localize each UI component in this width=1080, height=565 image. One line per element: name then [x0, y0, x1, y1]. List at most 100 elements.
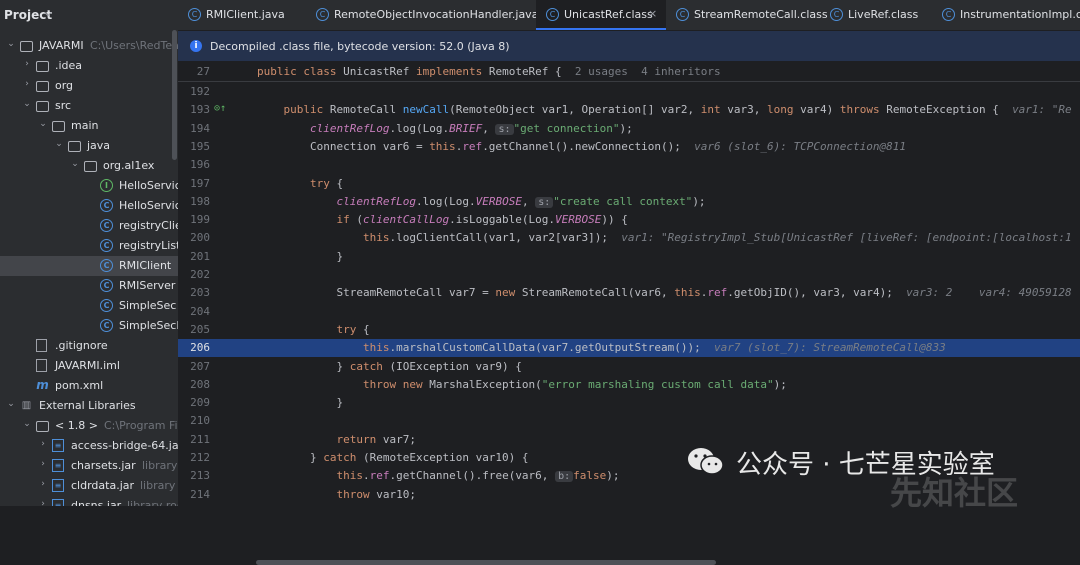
- tree-item[interactable]: ⌄ < 1.8 > C:\Program Files\J: [0, 416, 178, 436]
- chevron-right-icon[interactable]: ›: [38, 499, 48, 506]
- chevron-right-icon[interactable]: ›: [38, 459, 48, 469]
- tree-item[interactable]: ⌄ org.al1ex: [0, 156, 178, 176]
- line-number[interactable]: 209: [178, 396, 210, 409]
- inheritors-hint[interactable]: 4 inheritors: [641, 65, 720, 78]
- line-number[interactable]: 205: [178, 323, 210, 336]
- tree-item[interactable]: C RMIClient: [0, 256, 178, 276]
- code-line[interactable]: 199 if (clientCallLog.isLoggable(Log.VER…: [178, 211, 1080, 229]
- tree-item[interactable]: C SimpleSecIm: [0, 316, 178, 336]
- tree-item[interactable]: ⌄ JAVARMI C:\Users\RedTeam: [0, 36, 178, 56]
- tree-item[interactable]: › ≡ cldrdata.jar library roo: [0, 476, 178, 496]
- horizontal-scrollbar[interactable]: [256, 560, 716, 565]
- tree-item[interactable]: ⌄ src: [0, 96, 178, 116]
- chevron-down-icon[interactable]: ⌄: [22, 419, 32, 429]
- tree-item[interactable]: › .idea: [0, 56, 178, 76]
- project-panel-header[interactable]: Project ⌵: [0, 0, 178, 30]
- code-line[interactable]: 194 clientRefLog.log(Log.BRIEF, s: "get c…: [178, 120, 1080, 138]
- code-line[interactable]: 202: [178, 266, 1080, 284]
- line-number[interactable]: 203: [178, 286, 210, 299]
- tree-item[interactable]: I HelloService: [0, 176, 178, 196]
- code-text: } catch (IOException var9) {: [257, 359, 522, 373]
- line-number[interactable]: 214: [178, 488, 210, 501]
- code-line[interactable]: 198 clientRefLog.log(Log.VERBOSE, s: "cre…: [178, 193, 1080, 211]
- line-number[interactable]: 201: [178, 250, 210, 263]
- line-number[interactable]: 207: [178, 360, 210, 373]
- code-line[interactable]: 192: [178, 83, 1080, 101]
- tree-item[interactable]: ⌄ java: [0, 136, 178, 156]
- code-line[interactable]: 201 }: [178, 248, 1080, 266]
- line-number[interactable]: 193: [178, 103, 210, 116]
- chevron-down-icon[interactable]: ⌄: [6, 399, 16, 409]
- line-number[interactable]: 197: [178, 177, 210, 190]
- tree-item[interactable]: ⌄ main: [0, 116, 178, 136]
- override-gutter-icon[interactable]: ⊙↑: [214, 103, 226, 114]
- tab-streamremotecall-class[interactable]: C StreamRemoteCall.class: [666, 0, 828, 30]
- usages-hint[interactable]: 2 usages: [575, 65, 628, 78]
- sticky-header-line[interactable]: 27 public class UnicastRef implements Re…: [178, 63, 1080, 82]
- code-line[interactable]: 196: [178, 156, 1080, 174]
- tree-item[interactable]: › ≡ charsets.jar library roo: [0, 456, 178, 476]
- code-line[interactable]: 209 }: [178, 394, 1080, 412]
- line-number[interactable]: 211: [178, 433, 210, 446]
- decompiled-banner: i Decompiled .class file, bytecode versi…: [178, 31, 1080, 61]
- current-execution-line[interactable]: 206 this.marshalCustomCallData(var7.getO…: [178, 339, 1080, 358]
- line-number[interactable]: 200: [178, 231, 210, 244]
- tree-item[interactable]: C RMIServer: [0, 276, 178, 296]
- tab-instrumentationimpl-cl[interactable]: C InstrumentationImpl.cl: [932, 0, 1080, 30]
- tree-item[interactable]: CregistryClient: [0, 216, 178, 236]
- line-number[interactable]: 212: [178, 451, 210, 464]
- code-text: }: [257, 249, 344, 263]
- tree-item[interactable]: m pom.xml: [0, 376, 178, 396]
- line-number[interactable]: 199: [178, 213, 210, 226]
- tree-item[interactable]: C SimpleSec: [0, 296, 178, 316]
- code-line[interactable]: 197 try {: [178, 175, 1080, 193]
- chevron-down-icon[interactable]: ⌄: [54, 139, 64, 149]
- chevron-down-icon[interactable]: ⌄: [38, 119, 48, 129]
- project-scrollbar[interactable]: [172, 30, 177, 160]
- line-number[interactable]: 195: [178, 140, 210, 153]
- chevron-down-icon[interactable]: ⌄: [70, 159, 80, 169]
- code-line[interactable]: 207 } catch (IOException var9) {: [178, 358, 1080, 376]
- close-icon[interactable]: ×: [648, 7, 657, 20]
- line-number[interactable]: 213: [178, 469, 210, 482]
- tree-item[interactable]: › org: [0, 76, 178, 96]
- folder-icon: [52, 121, 65, 132]
- line-number[interactable]: 202: [178, 268, 210, 281]
- line-number[interactable]: 198: [178, 195, 210, 208]
- code-line[interactable]: 210: [178, 412, 1080, 430]
- tab-rmiclient-java[interactable]: C RMIClient.java: [178, 0, 306, 30]
- chevron-down-icon[interactable]: ⌄: [22, 99, 32, 109]
- code-line[interactable]: 193 ⊙↑ public RemoteCall newCall(RemoteOb…: [178, 101, 1080, 119]
- tab-remoteobjectinvocationhandler-java[interactable]: C RemoteObjectInvocationHandler.java: [306, 0, 538, 30]
- line-number[interactable]: 210: [178, 414, 210, 427]
- tab-liveref-class[interactable]: C LiveRef.class: [820, 0, 932, 30]
- line-number[interactable]: 194: [178, 122, 210, 135]
- line-number[interactable]: 196: [178, 158, 210, 171]
- tree-item[interactable]: CregistryList: [0, 236, 178, 256]
- chevron-right-icon[interactable]: ›: [38, 479, 48, 489]
- chevron-right-icon[interactable]: ›: [22, 79, 32, 89]
- chevron-down-icon[interactable]: ⌄: [6, 39, 16, 49]
- code-editor[interactable]: 27 public class UnicastRef implements Re…: [178, 63, 1080, 565]
- chevron-right-icon[interactable]: ›: [22, 59, 32, 69]
- tree-item[interactable]: C HelloServiceI: [0, 196, 178, 216]
- tree-item[interactable]: ⌄ ▥ External Libraries: [0, 396, 178, 416]
- tab-unicastref-class[interactable]: C UnicastRef.class ×: [536, 0, 666, 30]
- code-line[interactable]: 203 StreamRemoteCall var7 = new StreamRe…: [178, 284, 1080, 302]
- chevron-right-icon[interactable]: ›: [38, 439, 48, 449]
- code-line[interactable]: 195 Connection var6 = this.ref.getChanne…: [178, 138, 1080, 156]
- tree-item[interactable]: .gitignore: [0, 336, 178, 356]
- code-line[interactable]: 200 this.logClientCall(var1, var2[var3])…: [178, 229, 1080, 247]
- tree-item[interactable]: ›≡access-bridge-64.jarlibra: [0, 436, 178, 456]
- chevron-down-icon[interactable]: ⌵: [44, 8, 52, 19]
- tree-item[interactable]: › ≡ dnsns.jar library root: [0, 496, 178, 506]
- tree-item[interactable]: JAVARMI.iml: [0, 356, 178, 376]
- line-number[interactable]: 192: [178, 85, 210, 98]
- line-number[interactable]: 204: [178, 305, 210, 318]
- jar-icon: ≡: [52, 459, 64, 472]
- code-line[interactable]: 205 try {: [178, 321, 1080, 339]
- code-line[interactable]: 208 throw new MarshalException("error ma…: [178, 376, 1080, 394]
- line-number[interactable]: 208: [178, 378, 210, 391]
- line-number[interactable]: 206: [178, 341, 210, 354]
- code-line[interactable]: 204: [178, 303, 1080, 321]
